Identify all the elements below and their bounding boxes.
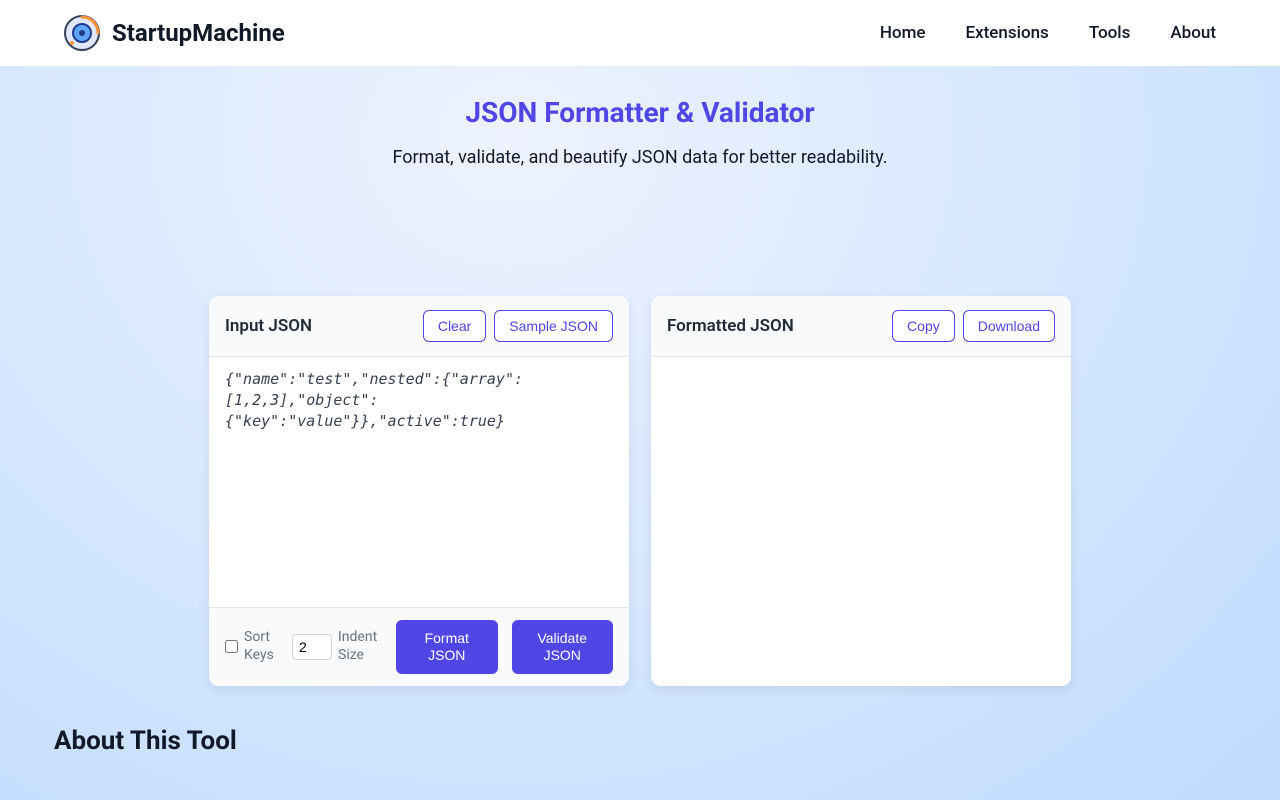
nav-tools[interactable]: Tools <box>1089 23 1131 43</box>
validate-json-button[interactable]: Validate JSON <box>512 620 614 674</box>
page-title: JSON Formatter & Validator <box>0 96 1280 129</box>
nav-extensions[interactable]: Extensions <box>965 23 1048 43</box>
formatted-output <box>651 357 1071 662</box>
input-card: Input JSON Clear Sample JSON Sort Keys I… <box>209 296 629 686</box>
copy-button[interactable]: Copy <box>892 310 955 342</box>
brand-name: StartupMachine <box>112 19 285 47</box>
indent-size-input[interactable] <box>292 634 332 660</box>
main-nav: Home Extensions Tools About <box>880 23 1216 43</box>
input-card-title: Input JSON <box>225 316 312 336</box>
indent-size-label: Indent Size <box>338 629 382 664</box>
about-section-title: About This Tool <box>54 726 1226 756</box>
output-card: Formatted JSON Copy Download <box>651 296 1071 686</box>
nav-about[interactable]: About <box>1170 23 1216 43</box>
format-json-button[interactable]: Format JSON <box>396 620 498 674</box>
output-card-title: Formatted JSON <box>667 316 794 336</box>
download-button[interactable]: Download <box>963 310 1055 342</box>
page-subtitle: Format, validate, and beautify JSON data… <box>0 147 1280 168</box>
sample-json-button[interactable]: Sample JSON <box>494 310 613 342</box>
brand-logo-icon <box>64 15 100 51</box>
sort-keys-checkbox[interactable] <box>225 640 238 653</box>
json-input[interactable] <box>225 369 613 591</box>
clear-button[interactable]: Clear <box>423 310 486 342</box>
sort-keys-label: Sort Keys <box>244 629 278 664</box>
nav-home[interactable]: Home <box>880 23 926 43</box>
